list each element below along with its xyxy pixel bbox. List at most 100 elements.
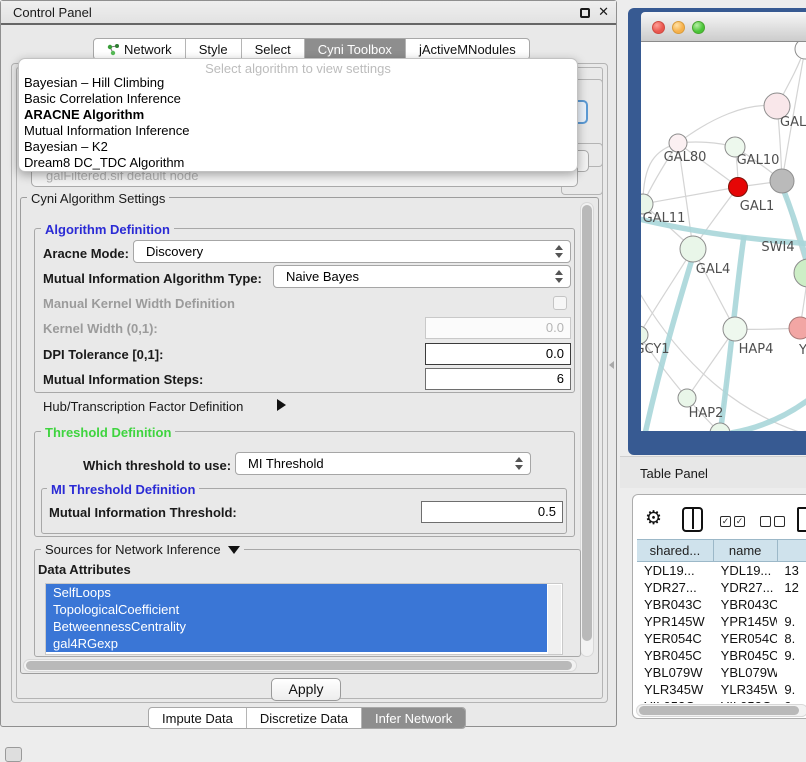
float-window-icon[interactable] xyxy=(580,8,590,18)
tab-select[interactable]: Select xyxy=(242,39,305,59)
table-horizontal-scrollbar[interactable] xyxy=(636,704,806,717)
network-node[interactable] xyxy=(789,317,806,339)
bottom-tab-discretize-data[interactable]: Discretize Data xyxy=(247,708,362,728)
cyni-toolbox-bottom-tabs: Impute Data Discretize Data Infer Network xyxy=(148,707,466,729)
tab-network[interactable]: Network xyxy=(94,39,186,59)
table-column-header[interactable]: name xyxy=(714,540,778,561)
manual-kernel-checkbox[interactable] xyxy=(553,296,567,310)
close-icon[interactable]: ✕ xyxy=(598,4,609,20)
split-pane-handle-icon[interactable] xyxy=(609,361,614,369)
aracne-mode-combobox[interactable]: Discovery xyxy=(133,240,571,263)
table-row[interactable]: YIL052CYIL052C9. xyxy=(637,698,806,703)
mi-threshold-title: MI Threshold Definition xyxy=(47,482,199,497)
columns-icon[interactable] xyxy=(682,507,703,532)
table-row[interactable]: YLR345WYLR345W9. xyxy=(637,681,806,698)
data-attribute-item[interactable]: gal4RGexp xyxy=(46,635,547,652)
data-attribute-item[interactable]: SelfLoops xyxy=(46,584,547,601)
network-view-window: GAL2GAL80GAL10GAL1GAL11SWI4GAL4GCY1HAP4Y… xyxy=(628,8,806,455)
table-row[interactable]: YPR145WYPR145W9. xyxy=(637,613,806,630)
table-row[interactable]: YER054CYER054C8. xyxy=(637,630,806,647)
expand-right-icon[interactable] xyxy=(277,399,286,411)
checked-checkbox-icon[interactable]: ✓ xyxy=(720,516,731,527)
table-cell: YDR27... xyxy=(714,579,778,596)
mi-steps-field[interactable]: 6 xyxy=(425,368,571,390)
which-threshold-value: MI Threshold xyxy=(248,456,324,471)
network-node[interactable] xyxy=(678,389,696,407)
network-node[interactable] xyxy=(680,236,706,262)
tab-label: Impute Data xyxy=(162,711,233,726)
apply-button[interactable]: Apply xyxy=(271,678,341,701)
network-node-label: SWI4 xyxy=(761,240,794,255)
algorithm-dropdown-item[interactable]: Mutual Information Inference xyxy=(19,123,577,139)
network-node[interactable] xyxy=(794,259,806,287)
algorithm-dropdown-item[interactable]: Bayesian – K2 xyxy=(19,139,577,155)
table-column-header[interactable] xyxy=(778,540,806,561)
settings-vertical-scrollbar-thumb[interactable] xyxy=(582,205,592,641)
tab-cyni-toolbox[interactable]: Cyni Toolbox xyxy=(305,39,406,59)
settings-horizontal-scrollbar[interactable] xyxy=(23,659,577,672)
network-node-label: Y xyxy=(798,343,806,358)
table-horizontal-scrollbar-thumb[interactable] xyxy=(639,706,799,715)
algorithm-dropdown-item[interactable]: Bayesian – Hill Climbing xyxy=(19,75,577,91)
kernel-width-field[interactable]: 0.0 xyxy=(425,317,571,339)
node-table-rows: YDL19...YDL19...13YDR27...YDR27...12YBR0… xyxy=(637,562,806,703)
which-threshold-combobox[interactable]: MI Threshold xyxy=(235,452,531,475)
data-attribute-item[interactable]: BetweennessCentrality xyxy=(46,618,547,635)
algorithm-dropdown-item[interactable]: Basic Correlation Inference xyxy=(19,91,577,107)
mi-type-combobox[interactable]: Naive Bayes xyxy=(273,265,571,288)
table-row[interactable]: YDR27...YDR27...12 xyxy=(637,579,806,596)
bottom-tab-infer-network[interactable]: Infer Network xyxy=(362,708,465,728)
table-row[interactable]: YBL079WYBL079W xyxy=(637,664,806,681)
table-cell: 9. xyxy=(777,681,806,698)
unchecked-checkbox-icon[interactable] xyxy=(760,516,771,527)
tab-style[interactable]: Style xyxy=(186,39,242,59)
network-node[interactable] xyxy=(710,423,730,431)
network-node[interactable] xyxy=(723,317,747,341)
control-panel-titlebar[interactable]: Control Panel ✕ xyxy=(1,1,616,25)
unchecked-checkbox-icon[interactable] xyxy=(774,516,785,527)
table-cell: YPR145W xyxy=(637,613,714,630)
tab-jactivemnodules[interactable]: jActiveMNodules xyxy=(406,39,529,59)
algorithm-dropdown-item[interactable]: ARACNE Algorithm xyxy=(19,107,577,123)
dpi-tolerance-field[interactable]: 0.0 xyxy=(425,343,571,365)
table-panel-titlebar[interactable]: Table Panel xyxy=(620,456,806,488)
network-node[interactable] xyxy=(729,178,748,197)
data-attributes-list[interactable]: SelfLoopsTopologicalCoefficientBetweenne… xyxy=(45,583,563,655)
minimize-traffic-light-icon[interactable] xyxy=(672,21,685,34)
tab-label: Infer Network xyxy=(375,711,452,726)
attributes-scrollbar[interactable] xyxy=(548,585,561,654)
table-row[interactable]: YDL19...YDL19...13 xyxy=(637,562,806,579)
collapse-down-icon[interactable] xyxy=(228,546,240,554)
table-row[interactable]: YBR045CYBR045C9. xyxy=(637,647,806,664)
settings-horizontal-scrollbar-thumb[interactable] xyxy=(26,661,572,670)
table-cell: YER054C xyxy=(637,630,714,647)
network-window-titlebar[interactable] xyxy=(641,12,806,42)
close-traffic-light-icon[interactable] xyxy=(652,21,665,34)
table-cell: YDR27... xyxy=(637,579,714,596)
network-node-label: GAL10 xyxy=(737,153,780,168)
settings-vertical-scrollbar[interactable] xyxy=(580,202,594,657)
table-cell: YLR345W xyxy=(714,681,778,698)
bottom-tab-impute-data[interactable]: Impute Data xyxy=(149,708,247,728)
mi-threshold-field[interactable]: 0.5 xyxy=(421,501,563,523)
network-canvas[interactable]: GAL2GAL80GAL10GAL1GAL11SWI4GAL4GCY1HAP4Y… xyxy=(641,42,806,431)
table-panel: ⚙ ✓ ✓ shared...name YDL19...YDL19...13YD… xyxy=(632,494,806,719)
hub-definition-label[interactable]: Hub/Transcription Factor Definition xyxy=(43,399,243,414)
network-node[interactable] xyxy=(795,42,806,59)
gear-icon[interactable]: ⚙ xyxy=(645,509,662,528)
combo-stepper-icon xyxy=(515,457,523,470)
checked-checkbox-icon[interactable]: ✓ xyxy=(734,516,745,527)
network-edge xyxy=(693,249,735,329)
network-node[interactable] xyxy=(770,169,794,193)
node-table-header: shared...name xyxy=(637,539,806,562)
collapsed-panel-button[interactable] xyxy=(5,747,22,762)
data-attributes-items: SelfLoopsTopologicalCoefficientBetweenne… xyxy=(46,584,562,652)
data-attribute-item[interactable]: TopologicalCoefficient xyxy=(46,601,547,618)
table-column-header[interactable]: shared... xyxy=(637,540,714,561)
zoom-traffic-light-icon[interactable] xyxy=(692,21,705,34)
algorithm-dropdown-item[interactable]: Dream8 DC_TDC Algorithm xyxy=(19,155,577,171)
which-threshold-label: Which threshold to use: xyxy=(83,458,231,473)
table-row[interactable]: YBR043CYBR043C xyxy=(637,596,806,613)
page-icon[interactable] xyxy=(797,507,806,532)
table-cell: YLR345W xyxy=(637,681,714,698)
